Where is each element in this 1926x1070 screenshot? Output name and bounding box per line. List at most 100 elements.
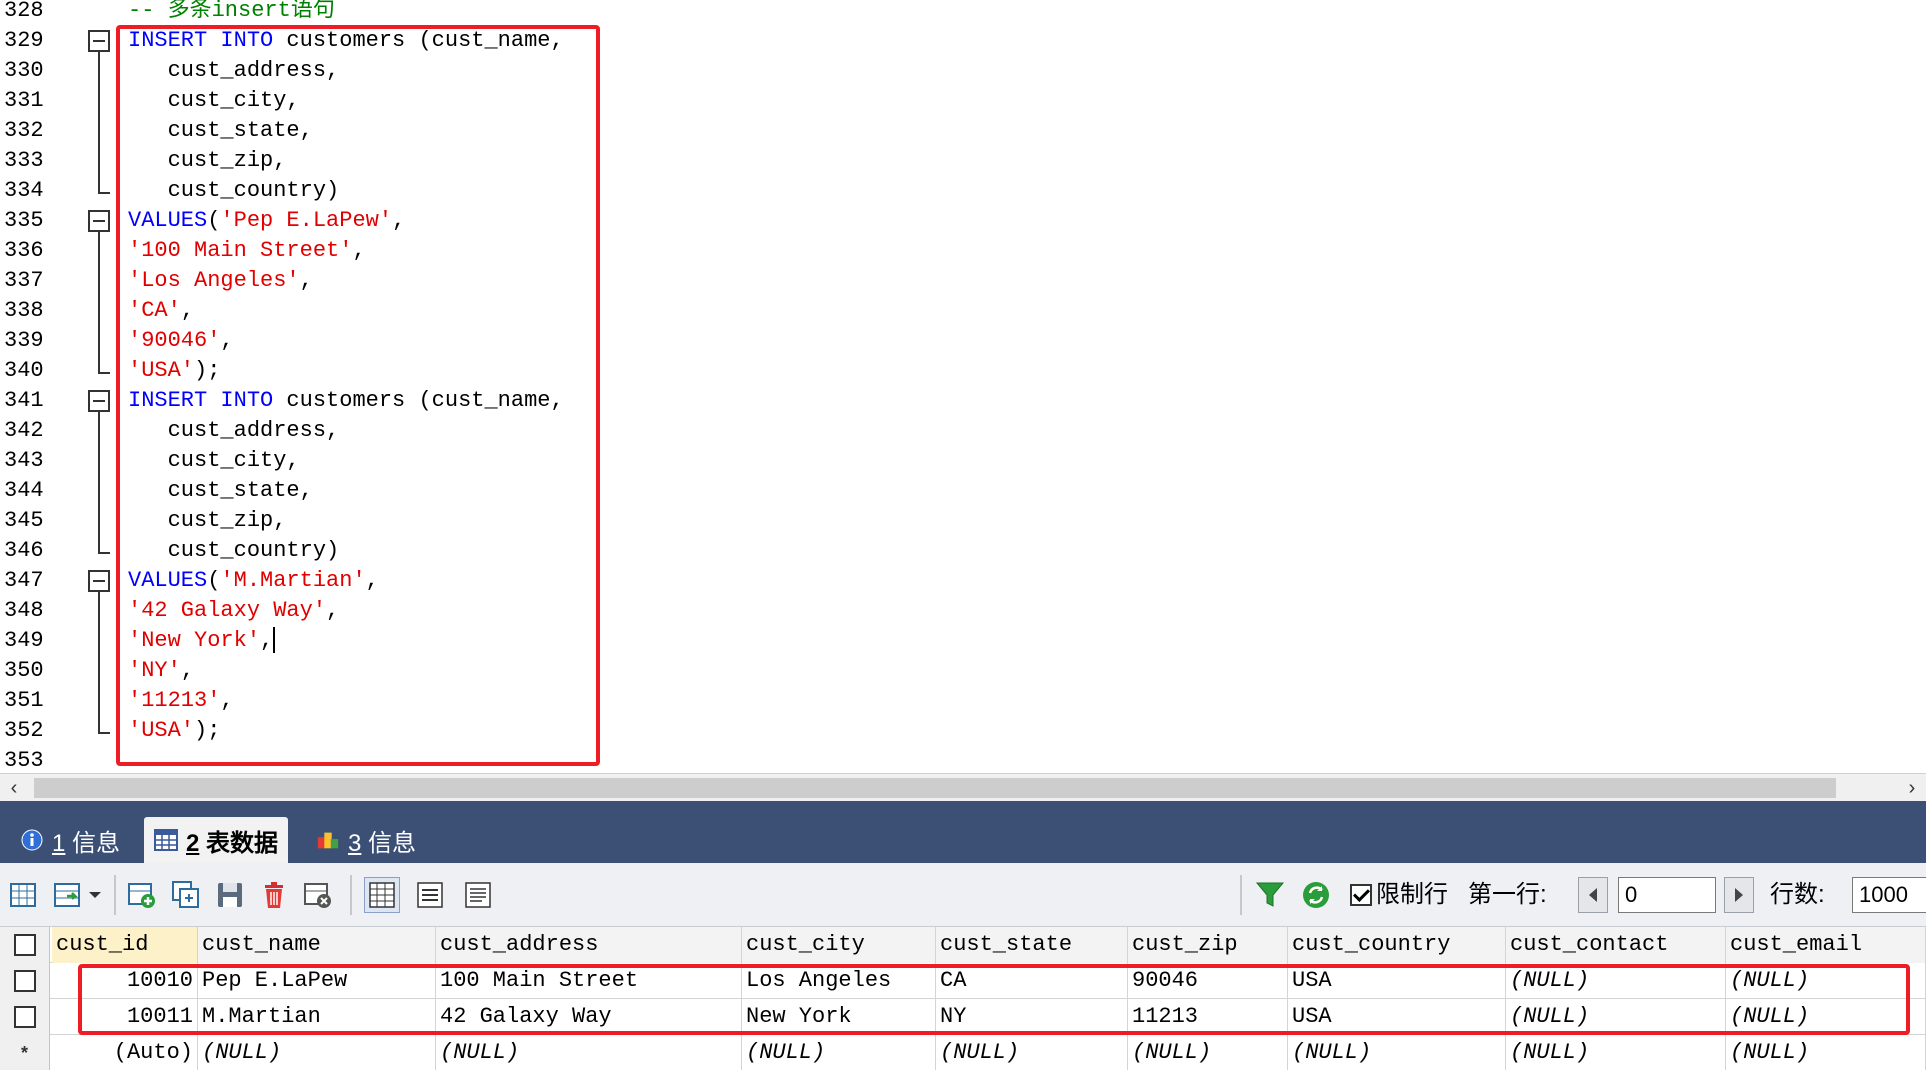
rows-highlight-box <box>78 964 1910 1035</box>
tab-info-3[interactable]: 3 信息 <box>306 817 426 863</box>
line-number: 335 <box>4 208 44 233</box>
line-number: 349 <box>4 628 44 653</box>
import-grid-icon[interactable] <box>50 877 86 913</box>
limit-rows-label: 限制行 <box>1376 881 1448 908</box>
line-number: 344 <box>4 478 44 503</box>
line-number: 346 <box>4 538 44 563</box>
column-header-cust-id[interactable]: cust_id <box>52 927 198 963</box>
scroll-left-icon[interactable]: ‹ <box>0 774 28 802</box>
new-row[interactable]: * (Auto) (NULL) (NULL) (NULL) (NULL) (NULL) (NU… <box>0 1035 1926 1070</box>
code-highlight-box <box>116 25 600 766</box>
info-icon <box>20 828 44 852</box>
fold-guide <box>98 52 100 192</box>
line-number: 328 <box>4 0 44 23</box>
chevron-down-icon[interactable] <box>84 877 106 913</box>
line-number: 345 <box>4 508 44 533</box>
grid-cell[interactable]: (NULL) <box>742 1035 936 1070</box>
line-number: 353 <box>4 748 44 773</box>
column-header-cust-city[interactable]: cust_city <box>742 927 936 963</box>
line-number: 334 <box>4 178 44 203</box>
column-header-cust-contact[interactable]: cust_contact <box>1506 927 1726 963</box>
line-number: 351 <box>4 688 44 713</box>
tab-info-1[interactable]: 1 信息 <box>10 817 130 863</box>
row-count-input[interactable] <box>1852 877 1926 913</box>
row-select-checkbox[interactable] <box>0 963 50 999</box>
line-number: 340 <box>4 358 44 383</box>
column-header-cust-state[interactable]: cust_state <box>936 927 1128 963</box>
fold-collapse-icon[interactable] <box>88 570 110 592</box>
tab-number: 1 <box>52 829 66 857</box>
row-select-checkbox[interactable] <box>0 999 50 1035</box>
fold-end-marker <box>98 192 110 194</box>
fold-end-marker <box>98 372 110 374</box>
line-number: 338 <box>4 298 44 323</box>
grid-cell[interactable]: (NULL) <box>198 1035 436 1070</box>
grid-header-row[interactable]: cust_id cust_name cust_address cust_city cus… <box>0 927 1926 963</box>
grid-cell[interactable]: (NULL) <box>1128 1035 1288 1070</box>
sql-comment: -- 多条insert语句 <box>128 0 335 23</box>
line-number-gutter: 328 329 330 331 332 333 334 335 336 337 338 339 340 3… <box>0 0 84 773</box>
new-row-marker[interactable]: * <box>0 1035 50 1070</box>
delete-row-icon[interactable] <box>256 877 292 913</box>
column-header-cust-email[interactable]: cust_email <box>1726 927 1926 963</box>
grid-cell[interactable]: (NULL) <box>1288 1035 1506 1070</box>
grid-toolbar: 限制行 第一行: 行数: <box>0 863 1926 927</box>
column-header-cust-address[interactable]: cust_address <box>436 927 742 963</box>
row-select-checkbox[interactable] <box>0 927 50 963</box>
previous-page-button[interactable] <box>1578 877 1608 913</box>
scroll-right-icon[interactable]: › <box>1898 774 1926 802</box>
first-row-label: 第一行: <box>1468 881 1547 908</box>
grid-cell[interactable]: (NULL) <box>436 1035 742 1070</box>
text-view-icon[interactable] <box>460 877 496 913</box>
chart-icon <box>316 828 340 852</box>
horizontal-scrollbar[interactable]: ‹ › <box>0 773 1926 801</box>
checkbox-icon <box>13 970 36 992</box>
line-number: 352 <box>4 718 44 743</box>
line-number: 341 <box>4 388 44 413</box>
column-header-cust-country[interactable]: cust_country <box>1288 927 1506 963</box>
checkbox-icon <box>13 934 36 956</box>
code-line[interactable]: -- 多条insert语句 <box>128 0 335 26</box>
tab-label: 信息 <box>72 829 121 857</box>
new-row-star-icon: * <box>20 1042 28 1063</box>
discard-changes-icon[interactable] <box>300 877 336 913</box>
checkbox-icon <box>13 1006 36 1028</box>
fold-guide <box>98 232 100 372</box>
toolbar-separator <box>114 875 116 915</box>
save-icon[interactable] <box>212 877 248 913</box>
line-number: 332 <box>4 118 44 143</box>
table-icon <box>154 828 178 852</box>
line-number: 342 <box>4 418 44 443</box>
first-row-input[interactable] <box>1618 877 1716 913</box>
line-number: 337 <box>4 268 44 293</box>
duplicate-row-icon[interactable] <box>168 877 204 913</box>
fold-guide <box>98 412 100 552</box>
filter-icon[interactable] <box>1252 877 1288 913</box>
column-header-cust-name[interactable]: cust_name <box>198 927 436 963</box>
grid-cell[interactable]: (Auto) <box>52 1035 198 1070</box>
line-number: 329 <box>4 28 44 53</box>
grid-view-icon[interactable] <box>364 877 400 913</box>
fold-collapse-icon[interactable] <box>88 390 110 412</box>
fold-collapse-icon[interactable] <box>88 30 110 52</box>
toolbar-separator <box>350 875 352 915</box>
column-header-cust-zip[interactable]: cust_zip <box>1128 927 1288 963</box>
line-number: 339 <box>4 328 44 353</box>
line-number: 348 <box>4 598 44 623</box>
sql-editor[interactable]: 328 329 330 331 332 333 334 335 336 337 338 339 340 3… <box>0 0 1926 773</box>
tab-number: 2 <box>186 829 200 857</box>
fold-collapse-icon[interactable] <box>88 210 110 232</box>
form-view-icon[interactable] <box>412 877 448 913</box>
export-grid-icon[interactable] <box>6 877 42 913</box>
add-row-icon[interactable] <box>124 877 160 913</box>
grid-cell[interactable]: (NULL) <box>1726 1035 1926 1070</box>
next-page-button[interactable] <box>1724 877 1754 913</box>
scrollbar-thumb[interactable] <box>34 778 1836 798</box>
refresh-icon[interactable] <box>1298 877 1334 913</box>
line-number: 336 <box>4 238 44 263</box>
tab-table-data[interactable]: 2 表数据 <box>144 817 289 863</box>
limit-rows-toggle[interactable]: 限制行 <box>1350 877 1448 913</box>
limit-rows-checkbox[interactable] <box>1350 884 1372 906</box>
grid-cell[interactable]: (NULL) <box>1506 1035 1726 1070</box>
grid-cell[interactable]: (NULL) <box>936 1035 1128 1070</box>
